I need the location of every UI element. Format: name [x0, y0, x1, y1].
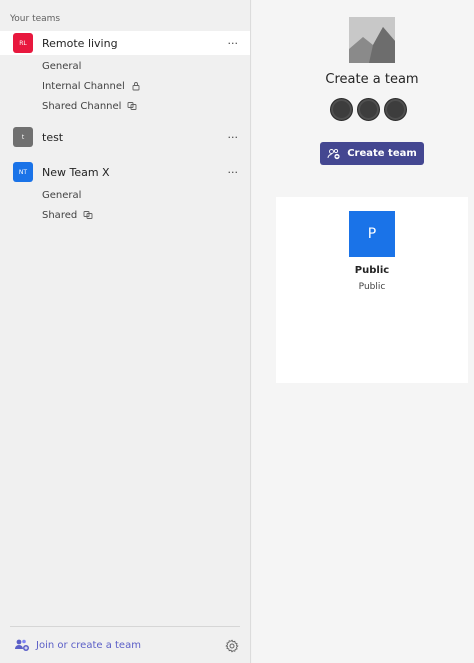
gear-icon[interactable]	[225, 639, 239, 653]
more-options-icon[interactable]: ···	[228, 38, 239, 49]
more-options-icon[interactable]: ···	[228, 167, 239, 178]
member-avatar	[357, 98, 380, 121]
member-avatar	[330, 98, 353, 121]
channel-internal[interactable]: Internal Channel	[42, 78, 141, 94]
channel-label: Internal Channel	[42, 80, 125, 92]
shared-icon	[83, 211, 93, 219]
create-team-title: Create a team	[325, 72, 419, 87]
public-card-title: Public	[354, 265, 390, 276]
team-tile: P	[349, 211, 395, 257]
join-label: Join or create a team	[36, 639, 141, 651]
shared-icon	[128, 102, 137, 110]
channel-general[interactable]: General	[42, 58, 81, 74]
more-options-icon[interactable]: ···	[228, 132, 239, 143]
team-add-icon	[327, 148, 340, 159]
channel-label: Shared Channel	[42, 100, 122, 112]
team-add-icon	[15, 639, 29, 651]
team-name: Remote living	[42, 36, 118, 50]
section-label: Your teams	[10, 14, 61, 24]
team-row-remote-living[interactable]: RL Remote living ···	[0, 31, 250, 55]
team-row-new-team-x[interactable]: NT New Team X ···	[0, 160, 250, 184]
team-avatar: NT	[13, 162, 33, 182]
team-row-test[interactable]: t test ···	[0, 125, 250, 149]
channel-label: General	[42, 189, 82, 201]
create-team-label: Create team	[347, 148, 417, 159]
team-image-icon	[349, 17, 395, 63]
channel-shared[interactable]: Shared Channel	[42, 98, 137, 114]
channel-general[interactable]: General	[42, 187, 81, 203]
team-avatar: t	[13, 127, 33, 147]
teams-sidebar: Your teams RL Remote living ··· General …	[0, 0, 251, 663]
channel-label: General	[42, 60, 82, 72]
member-avatars	[330, 98, 407, 121]
channel-shared[interactable]: Shared	[42, 207, 93, 223]
team-avatar: RL	[13, 33, 33, 53]
create-team-button[interactable]: Create team	[320, 142, 424, 165]
footer-divider	[10, 626, 240, 627]
channel-label: Shared	[42, 209, 78, 221]
member-avatar	[384, 98, 407, 121]
join-or-create-team-link[interactable]: Join or create a team	[14, 638, 141, 652]
team-name: test	[42, 130, 64, 144]
public-card-subtitle: Public	[358, 282, 386, 292]
lock-icon	[132, 82, 140, 91]
team-name: New Team X	[42, 165, 110, 179]
